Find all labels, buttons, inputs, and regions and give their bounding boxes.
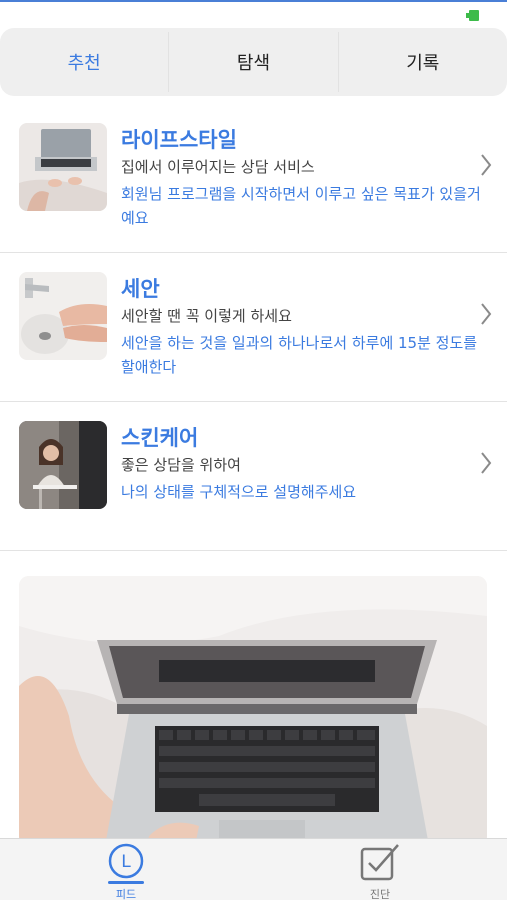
tab-feed-label: 피드	[115, 888, 137, 900]
checkbox-edit-icon	[360, 844, 399, 881]
tab-diagnosis[interactable]: 진단	[330, 839, 430, 900]
face-wash-thumbnail	[19, 272, 107, 360]
featured-photo[interactable]	[19, 576, 487, 846]
segmented-control: 추천 탐색 기록	[0, 28, 507, 96]
status-bar	[0, 2, 507, 28]
row-title: 세안	[121, 277, 160, 301]
feed-icon: L	[108, 843, 144, 879]
row-subtitle: 집에서 이루어지는 상담 서비스	[121, 158, 315, 176]
row-title: 라이프스타일	[121, 128, 237, 152]
battery-icon	[466, 10, 479, 21]
row-subtitle: 세안할 땐 꼭 이렇게 하세요	[121, 307, 292, 325]
bottom-tab-bar: L 피드 진단	[0, 838, 507, 900]
svg-text:L: L	[121, 852, 131, 872]
content-list: 라이프스타일 집에서 이루어지는 상담 서비스 회원님 프로그램을 시작하면서 …	[0, 104, 507, 551]
tab-history[interactable]: 기록	[339, 28, 507, 96]
tab-recommend[interactable]: 추천	[0, 28, 168, 96]
row-description: 나의 상태를 구체적으로 설명해주세요	[121, 483, 357, 501]
list-item-lifestyle[interactable]: 라이프스타일 집에서 이루어지는 상담 서비스 회원님 프로그램을 시작하면서 …	[0, 104, 507, 253]
row-subtitle: 좋은 상담을 위하여	[121, 456, 241, 474]
chevron-right-icon	[481, 452, 492, 474]
lifestyle-thumbnail	[19, 123, 107, 211]
active-tab-indicator	[108, 881, 144, 884]
row-title: 스킨케어	[121, 426, 199, 450]
row-description: 회원님 프로그램을 시작하면서 이루고 싶은 목표가 있을거예요	[121, 185, 481, 227]
skincare-thumbnail	[19, 421, 107, 509]
chevron-right-icon	[481, 303, 492, 325]
chevron-right-icon	[481, 154, 492, 176]
list-item-face-wash[interactable]: 세안 세안할 땐 꼭 이렇게 하세요 세안을 하는 것을 일과의 하나나로서 하…	[0, 253, 507, 402]
row-description: 세안을 하는 것을 일과의 하나나로서 하루에 15분 정도를 할애한다	[121, 334, 478, 376]
tab-feed[interactable]: L 피드	[76, 839, 176, 900]
tab-diagnosis-label: 진단	[369, 888, 391, 900]
tab-explore[interactable]: 탐색	[169, 28, 337, 96]
list-item-skincare[interactable]: 스킨케어 좋은 상담을 위하여 나의 상태를 구체적으로 설명해주세요	[0, 402, 507, 551]
